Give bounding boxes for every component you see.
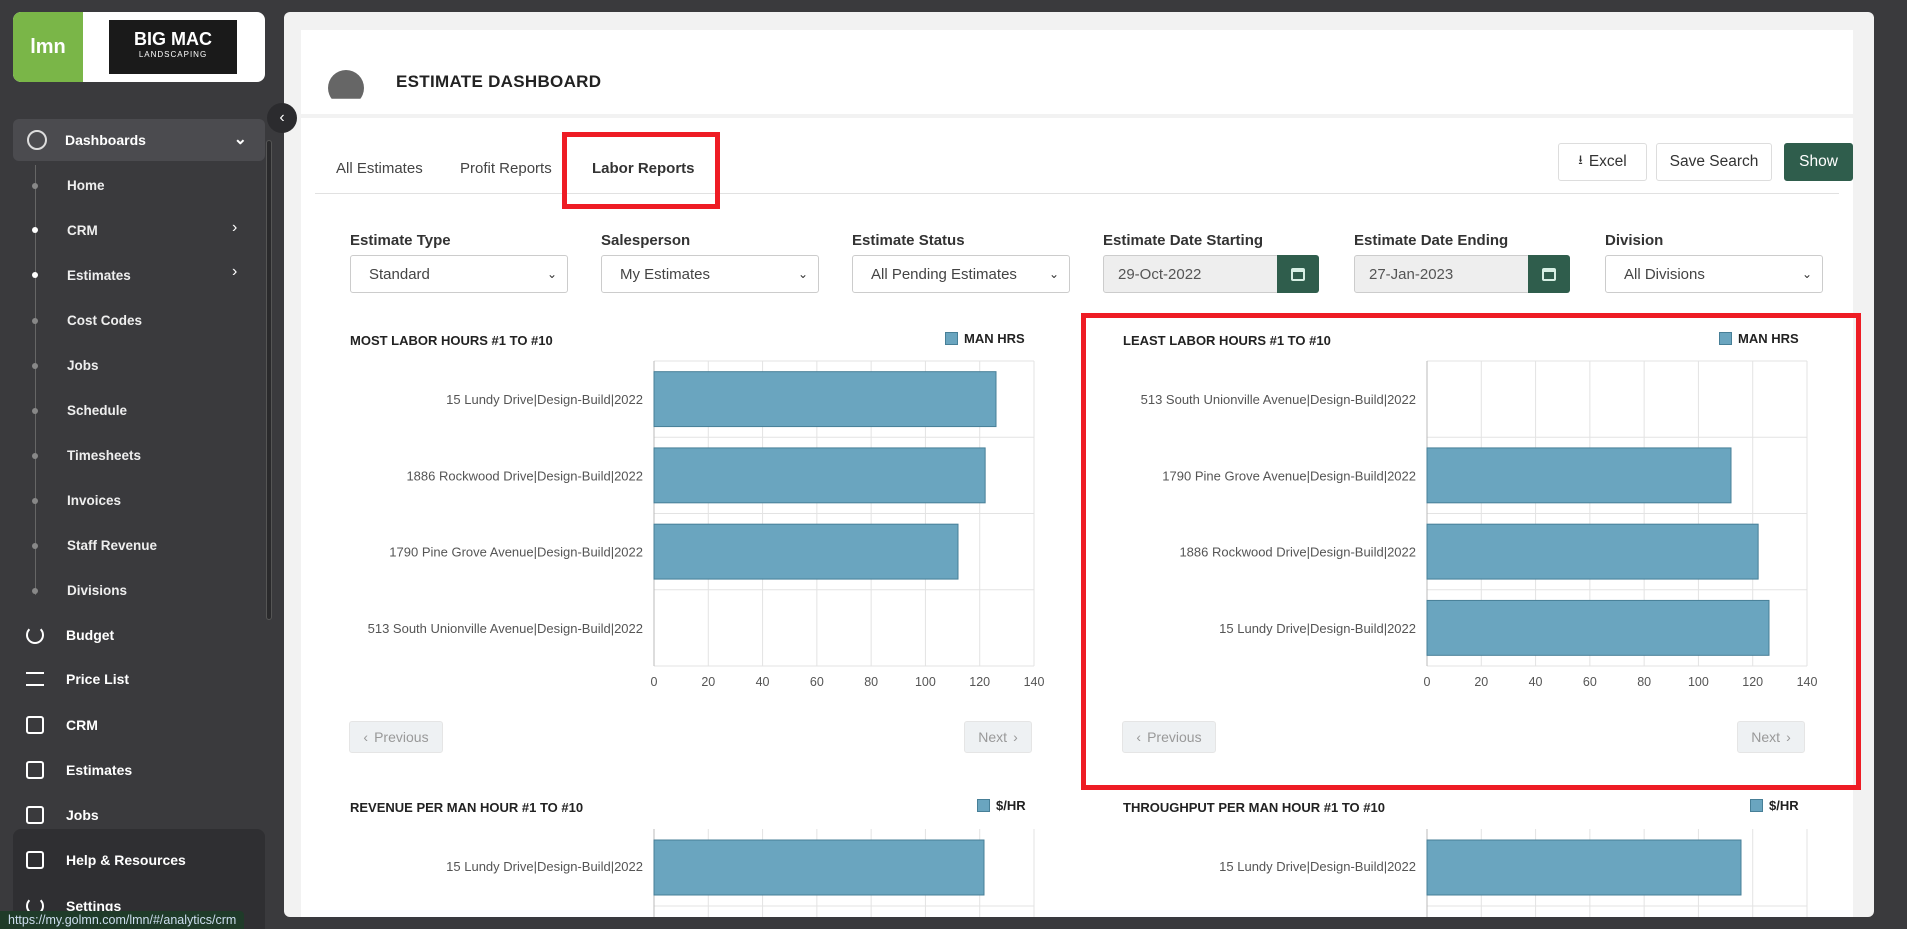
sidebar-item-label: Jobs: [66, 807, 99, 823]
submenu-dot: [32, 183, 38, 189]
submenu-dot: [32, 272, 38, 278]
legend-revenue: $/HR: [977, 798, 1026, 813]
legend-swatch: [977, 799, 990, 812]
previous-button[interactable]: ‹ Previous: [1122, 721, 1216, 753]
submenu-dot: [32, 588, 38, 594]
lmn-logo[interactable]: lmn: [13, 12, 83, 82]
submenu-dot: [32, 227, 38, 233]
chevron-down-icon: ⌄: [233, 131, 247, 148]
legend-swatch: [1719, 332, 1732, 345]
submenu-dot: [32, 498, 38, 504]
sidebar-item-price-list[interactable]: Price List: [26, 671, 129, 687]
previous-label: Previous: [374, 729, 429, 745]
sidebar-item-label: CRM: [66, 717, 98, 733]
bar: [653, 447, 986, 504]
legend-throughput: $/HR: [1750, 798, 1799, 813]
list-icon: [26, 672, 44, 686]
sidebar-item-help[interactable]: Help & Resources: [26, 851, 186, 869]
category-label: 513 South Unionville Avenue|Design-Build…: [368, 621, 643, 636]
legend-label: $/HR: [1769, 798, 1799, 813]
contact-card-icon: [26, 716, 44, 734]
chevron-left-icon: ‹: [1136, 729, 1142, 745]
legend-least-labor: MAN HRS: [1719, 331, 1799, 346]
sidebar-item-label: Estimates: [66, 762, 133, 778]
chevron-right-icon: ›: [232, 219, 238, 236]
sidebar-item-budget[interactable]: Budget: [26, 626, 114, 644]
bar: [653, 371, 997, 428]
sidebar-item-dashboards[interactable]: Dashboards ⌄: [13, 119, 265, 161]
x-tick-label: 0: [651, 675, 658, 689]
legend-label: MAN HRS: [1738, 331, 1799, 346]
chevron-right-icon: ›: [232, 263, 238, 280]
sidebar-item-jobs[interactable]: Jobs: [26, 806, 99, 824]
next-label: Next: [1751, 729, 1781, 745]
dashboard-icon: [27, 130, 47, 150]
sidebar: lmn BIG MAC LANDSCAPING Dashboards ⌄ Hom…: [0, 0, 278, 929]
sidebar-subitem-estimates[interactable]: Estimates: [67, 268, 131, 283]
sidebar-subitem-staff-revenue[interactable]: Staff Revenue: [67, 538, 157, 553]
category-label: 1886 Rockwood Drive|Design-Build|2022: [406, 468, 643, 483]
sidebar-item-label: Budget: [66, 627, 115, 643]
x-tick-label: 60: [810, 675, 824, 689]
chart-title-least-labor: LEAST LABOR HOURS #1 TO #10: [1123, 333, 1331, 348]
chevron-right-icon: ›: [1786, 729, 1791, 745]
sidebar-subitem-divisions[interactable]: Divisions: [67, 583, 127, 598]
x-tick-label: 80: [864, 675, 878, 689]
sidebar-subitem-home[interactable]: Home: [67, 178, 105, 193]
submenu-dot: [32, 408, 38, 414]
sidebar-subitem-jobs[interactable]: Jobs: [67, 358, 99, 373]
x-tick-label: 40: [756, 675, 770, 689]
submenu-dot: [32, 318, 38, 324]
collapse-sidebar-button[interactable]: ‹: [267, 103, 297, 133]
sidebar-item-label: Price List: [66, 671, 130, 687]
submenu-dot: [32, 453, 38, 459]
sidebar-subitem-cost-codes[interactable]: Cost Codes: [67, 313, 142, 328]
sidebar-item-label: Dashboards: [65, 132, 146, 148]
chart-most-labor-hours: 0 20 40 60 80 100 120 140 15 Lundy Drive|Design-…: [368, 360, 1045, 689]
x-tick-label: 20: [701, 675, 715, 689]
submenu-dot: [32, 363, 38, 369]
category-label: 15 Lundy Drive|Design-Build|2022: [446, 392, 643, 407]
next-button[interactable]: Next ›: [964, 721, 1032, 753]
chart-title-throughput-per-hour: THROUGHPUT PER MAN HOUR #1 TO #10: [1123, 800, 1385, 815]
sidebar-item-crm[interactable]: CRM: [26, 716, 98, 734]
bar: [653, 523, 959, 580]
sidebar-subitem-crm[interactable]: CRM: [67, 223, 98, 238]
calculator-icon: [26, 761, 44, 779]
sidebar-item-label: Help & Resources: [66, 852, 186, 868]
company-logo: BIG MAC LANDSCAPING: [109, 20, 237, 74]
sidebar-scrollbar[interactable]: [266, 140, 272, 620]
sidebar-item-estimates[interactable]: Estimates: [26, 761, 132, 779]
sidebar-subitem-invoices[interactable]: Invoices: [67, 493, 121, 508]
chart-title-revenue-per-hour: REVENUE PER MAN HOUR #1 TO #10: [350, 800, 584, 815]
x-tick-label: 140: [1024, 675, 1045, 689]
sidebar-subitem-timesheets[interactable]: Timesheets: [67, 448, 141, 463]
x-tick-label: 100: [915, 675, 936, 689]
main-content: ESTIMATE DASHBOARD All Estimates Profit …: [284, 12, 1874, 917]
x-tick-label: 120: [969, 675, 990, 689]
chevron-right-icon: ›: [1013, 729, 1018, 745]
next-button[interactable]: Next ›: [1737, 721, 1805, 753]
company-logo-tagline: LANDSCAPING: [138, 50, 208, 59]
help-icon: [26, 851, 44, 869]
pie-chart-icon: [26, 626, 44, 644]
sidebar-subitem-schedule[interactable]: Schedule: [67, 403, 127, 418]
legend-swatch: [1750, 799, 1763, 812]
submenu-dot: [32, 543, 38, 549]
previous-label: Previous: [1147, 729, 1202, 745]
category-label: 1790 Pine Grove Avenue|Design-Build|2022: [389, 545, 643, 560]
building-icon: [26, 806, 44, 824]
legend-label: $/HR: [996, 798, 1026, 813]
next-label: Next: [978, 729, 1008, 745]
logo-card: lmn BIG MAC LANDSCAPING: [13, 12, 265, 82]
status-url: https://my.golmn.com/lmn/#/analytics/crm: [0, 911, 245, 929]
company-logo-name: BIG MAC: [134, 29, 212, 49]
chevron-left-icon: ‹: [363, 729, 369, 745]
previous-button[interactable]: ‹ Previous: [349, 721, 443, 753]
